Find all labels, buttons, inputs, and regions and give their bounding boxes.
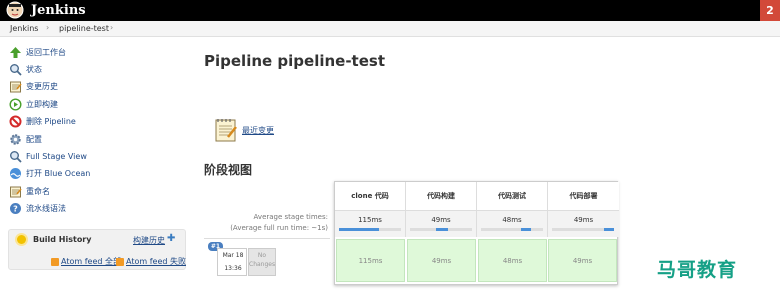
stage-cell-deploy[interactable]: 49ms bbox=[548, 239, 617, 282]
stage-average-value: 48ms bbox=[502, 216, 522, 224]
sidebar-item-delete-pipeline[interactable]: 删除 Pipeline bbox=[9, 114, 76, 128]
breadcrumb-separator-icon: › bbox=[46, 23, 50, 32]
stage-average-value: 49ms bbox=[573, 216, 594, 224]
up-arrow-icon bbox=[10, 46, 21, 58]
atom-feed-all-link[interactable]: Atom feed 全部 bbox=[51, 256, 121, 267]
watermark-logo: 马哥教育 bbox=[657, 259, 738, 281]
sidebar-item-status[interactable]: 状态 bbox=[9, 62, 42, 76]
sidebar-item-rename[interactable]: 重命名 bbox=[9, 184, 50, 198]
stage-average-deploy: 49ms bbox=[548, 210, 619, 237]
top-header: Jenkins 2 bbox=[0, 0, 780, 21]
build-date: Mar 18 bbox=[222, 252, 244, 259]
stage-average-bar bbox=[410, 228, 472, 231]
stage-average-value: 49ms bbox=[431, 216, 451, 224]
notepad-icon bbox=[10, 186, 22, 197]
sidebar-item-build-now[interactable]: 立即构建 bbox=[9, 97, 58, 111]
build-history-title: Build History bbox=[33, 235, 92, 244]
breadcrumb: Jenkins › pipeline-test › bbox=[0, 21, 780, 37]
sidebar-item-label: 重命名 bbox=[26, 186, 50, 196]
breadcrumb-jenkins[interactable]: Jenkins bbox=[10, 24, 38, 33]
expand-plus-icon[interactable]: ✚ bbox=[167, 233, 175, 244]
stage-header-build[interactable]: 代码构建 bbox=[406, 182, 477, 210]
sidebar-item-label: 删除 Pipeline bbox=[26, 116, 76, 126]
breadcrumb-pipeline-test[interactable]: pipeline-test bbox=[59, 24, 109, 33]
build-time: 13:36 bbox=[224, 265, 242, 272]
stage-cell-build[interactable]: 49ms bbox=[407, 239, 476, 282]
sidebar-item-back-to-dashboard[interactable]: 返回工作台 bbox=[9, 45, 66, 59]
stage-average-test: 48ms bbox=[477, 210, 548, 237]
build-history-trend-link[interactable]: 构建历史 bbox=[133, 235, 165, 246]
sidebar-item-label: 立即构建 bbox=[26, 99, 58, 109]
average-run-time-label: (Average full run time: ~1s) bbox=[230, 224, 328, 232]
stage-header-deploy[interactable]: 代码部署 bbox=[548, 182, 619, 210]
stage-average-bar bbox=[552, 228, 614, 231]
sidebar-item-configure[interactable]: 配置 bbox=[9, 132, 42, 146]
sidebar-item-label: Full Stage View bbox=[26, 151, 87, 161]
jenkins-logo-icon[interactable] bbox=[5, 1, 25, 20]
stage-average-bar bbox=[481, 228, 543, 231]
notepad-large-icon bbox=[215, 119, 237, 142]
search-icon bbox=[10, 150, 22, 163]
sun-weather-icon bbox=[17, 235, 26, 244]
stage-view-heading: 阶段视图 bbox=[204, 163, 253, 177]
stage-average-value: 115ms bbox=[358, 216, 382, 224]
stage-header-test[interactable]: 代码测试 bbox=[477, 182, 548, 210]
notification-badge[interactable]: 2 bbox=[760, 0, 780, 21]
sidebar-item-pipeline-syntax[interactable]: ? 流水线语法 bbox=[9, 201, 66, 215]
sidebar-item-label: 配置 bbox=[26, 134, 42, 144]
stage-average-build: 49ms bbox=[406, 210, 477, 237]
rss-icon bbox=[51, 257, 59, 266]
stage-average-clone: 115ms bbox=[335, 210, 406, 237]
sidebar-item-full-stage-view[interactable]: Full Stage View bbox=[9, 149, 87, 163]
blue-ocean-icon bbox=[10, 167, 21, 179]
atom-feed-failed-label: Atom feed 失败 bbox=[126, 257, 186, 266]
stage-view-table: clone 代码 代码构建 代码测试 代码部署 115ms 49ms 48ms … bbox=[334, 181, 619, 285]
stage-cell-test[interactable]: 48ms bbox=[478, 239, 547, 282]
notepad-icon bbox=[10, 81, 22, 92]
no-changes-label: No Changes bbox=[248, 248, 276, 276]
sidebar-item-label: 返回工作台 bbox=[26, 47, 66, 57]
sidebar-item-changes[interactable]: 变更历史 bbox=[9, 79, 58, 93]
build-date-box[interactable]: Mar 18 13:36 bbox=[217, 248, 247, 276]
stage-cell-clone[interactable]: 115ms bbox=[336, 239, 405, 282]
stage-header-clone[interactable]: clone 代码 bbox=[335, 182, 406, 210]
sidebar-item-open-blue-ocean[interactable]: 打开 Blue Ocean bbox=[9, 166, 90, 180]
stage-average-bar bbox=[339, 228, 401, 231]
breadcrumb-separator-icon: › bbox=[110, 23, 114, 32]
jenkins-brand[interactable]: Jenkins bbox=[31, 3, 86, 18]
atom-feed-failed-link[interactable]: Atom feed 失败 bbox=[116, 256, 186, 267]
clock-play-icon bbox=[9, 97, 22, 111]
sidebar-item-label: 流水线语法 bbox=[26, 203, 66, 213]
svg-text:?: ? bbox=[13, 204, 18, 213]
sidebar-item-label: 变更历史 bbox=[26, 81, 58, 91]
atom-feed-all-label: Atom feed 全部 bbox=[61, 257, 121, 266]
build-history-panel: Build History 构建历史 ✚ Atom feed 全部 Atom f… bbox=[8, 229, 186, 270]
average-stage-times-label: Average stage times: bbox=[253, 213, 328, 221]
help-icon: ? bbox=[10, 202, 21, 214]
gear-icon bbox=[10, 133, 21, 145]
recent-changes-link[interactable]: 最近变更 bbox=[242, 125, 274, 136]
sidebar-item-label: 状态 bbox=[26, 64, 42, 74]
sidebar-item-label: 打开 Blue Ocean bbox=[26, 168, 91, 178]
no-entry-icon bbox=[9, 115, 22, 127]
rss-icon bbox=[116, 257, 124, 266]
search-icon bbox=[10, 63, 22, 76]
page-title: Pipeline pipeline-test bbox=[204, 52, 385, 70]
